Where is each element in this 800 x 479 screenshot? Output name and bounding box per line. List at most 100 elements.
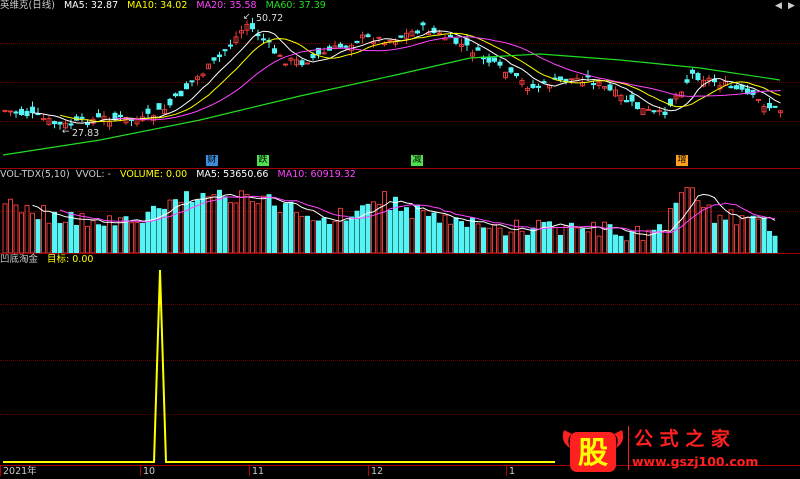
candle-body xyxy=(569,78,574,81)
candle-body xyxy=(453,37,459,44)
candle-body xyxy=(8,110,13,113)
volume-bar xyxy=(613,234,618,253)
volume-bar xyxy=(558,234,563,253)
candle-body xyxy=(222,49,228,52)
candle-body xyxy=(431,27,437,34)
volume-bar xyxy=(695,200,701,253)
volume-bar xyxy=(739,215,745,253)
volume-bar xyxy=(679,192,684,253)
brand-name: 公 式 之 家 xyxy=(634,428,730,450)
volume-bar xyxy=(508,231,514,253)
candle-body xyxy=(591,83,596,86)
candle-body xyxy=(514,73,519,77)
time-label-year: 2021年 xyxy=(3,466,37,477)
volume-bar xyxy=(343,220,349,253)
volume-bar xyxy=(277,212,283,253)
time-tick xyxy=(140,466,141,476)
volume-bar xyxy=(525,234,530,253)
candle-body xyxy=(283,63,288,66)
volume-bar xyxy=(745,217,750,253)
volume-bar xyxy=(272,205,277,253)
volume-bar xyxy=(85,225,90,253)
time-tick xyxy=(249,466,250,476)
volume-bar xyxy=(387,210,393,253)
candlestick-chart[interactable] xyxy=(0,0,800,168)
high-price-label: 50.72 xyxy=(256,13,284,24)
volume-bar xyxy=(145,211,151,253)
time-label-dec: 12 xyxy=(371,466,384,477)
brand-url[interactable]: www.gszj100.com xyxy=(632,454,758,469)
candle-body xyxy=(310,53,316,58)
candle-body xyxy=(96,113,101,118)
volume-bar xyxy=(140,222,145,253)
event-marker-finance[interactable]: 财 xyxy=(206,155,218,166)
candle-body xyxy=(420,22,426,26)
volume-bar xyxy=(657,224,662,253)
volume-bar xyxy=(415,204,420,253)
candle-body xyxy=(79,116,85,119)
event-marker-drop[interactable]: 跌 xyxy=(257,155,269,166)
event-marker-increase[interactable]: 增 xyxy=(676,155,688,166)
candle-body xyxy=(690,69,695,74)
candle-body xyxy=(41,118,46,121)
candle-body xyxy=(68,123,74,126)
volume-bar xyxy=(360,205,365,253)
volume-bar xyxy=(585,231,591,253)
candle-body xyxy=(756,98,761,101)
candle-body xyxy=(19,108,24,116)
time-tick xyxy=(0,466,1,476)
candle-body xyxy=(167,98,173,106)
candle-body xyxy=(13,111,19,114)
event-marker-reduce[interactable]: 减 xyxy=(411,155,423,166)
volume-bar xyxy=(470,217,475,253)
volume-bar xyxy=(255,203,261,253)
candle-body xyxy=(338,43,343,48)
volume-bar xyxy=(723,219,728,253)
candle-body xyxy=(321,52,327,55)
volume-bar xyxy=(112,225,118,253)
candle-body xyxy=(629,94,635,102)
high-price-arrow-icon: ↙ xyxy=(243,12,251,22)
candle-body xyxy=(415,30,420,34)
candle-body xyxy=(651,110,657,113)
volume-bar xyxy=(618,235,624,253)
candle-body xyxy=(354,40,360,43)
candle-body xyxy=(178,90,184,97)
candle-body xyxy=(657,110,662,113)
candle-body xyxy=(558,76,563,81)
volume-bar xyxy=(184,191,189,253)
volume-bar xyxy=(365,203,371,253)
volume-bar xyxy=(90,220,96,253)
volume-bar xyxy=(635,225,640,253)
volume-bar xyxy=(321,217,327,253)
volume-bar xyxy=(13,204,19,253)
volume-bar xyxy=(761,217,767,253)
volume-bar xyxy=(294,212,299,253)
candle-body xyxy=(217,54,222,58)
volume-bar xyxy=(437,222,442,253)
volume-bar xyxy=(134,221,140,253)
ma10-line xyxy=(59,32,781,123)
candle-body xyxy=(299,60,305,66)
volume-bar xyxy=(442,214,448,253)
candle-body xyxy=(343,45,349,48)
volume-bar xyxy=(602,221,607,253)
volume-bar xyxy=(426,215,431,253)
volume-bar xyxy=(46,222,52,253)
candle-body xyxy=(684,79,690,83)
volume-bar xyxy=(349,216,354,253)
volume-bar xyxy=(195,199,200,253)
volume-bar xyxy=(288,201,294,253)
volume-bar xyxy=(327,223,332,253)
volume-bar xyxy=(332,220,338,253)
volume-chart[interactable] xyxy=(0,169,800,253)
volume-bar xyxy=(728,209,734,253)
volume-bar xyxy=(464,226,470,253)
volume-bar xyxy=(673,202,679,253)
price-panel: 英维克(日线) MA5: 32.87 MA10: 34.02 MA20: 35.… xyxy=(0,0,800,168)
candle-body xyxy=(728,86,734,89)
candle-body xyxy=(475,47,481,51)
candle-body xyxy=(635,102,640,110)
volume-bar xyxy=(580,228,585,253)
volume-bar xyxy=(8,198,13,253)
